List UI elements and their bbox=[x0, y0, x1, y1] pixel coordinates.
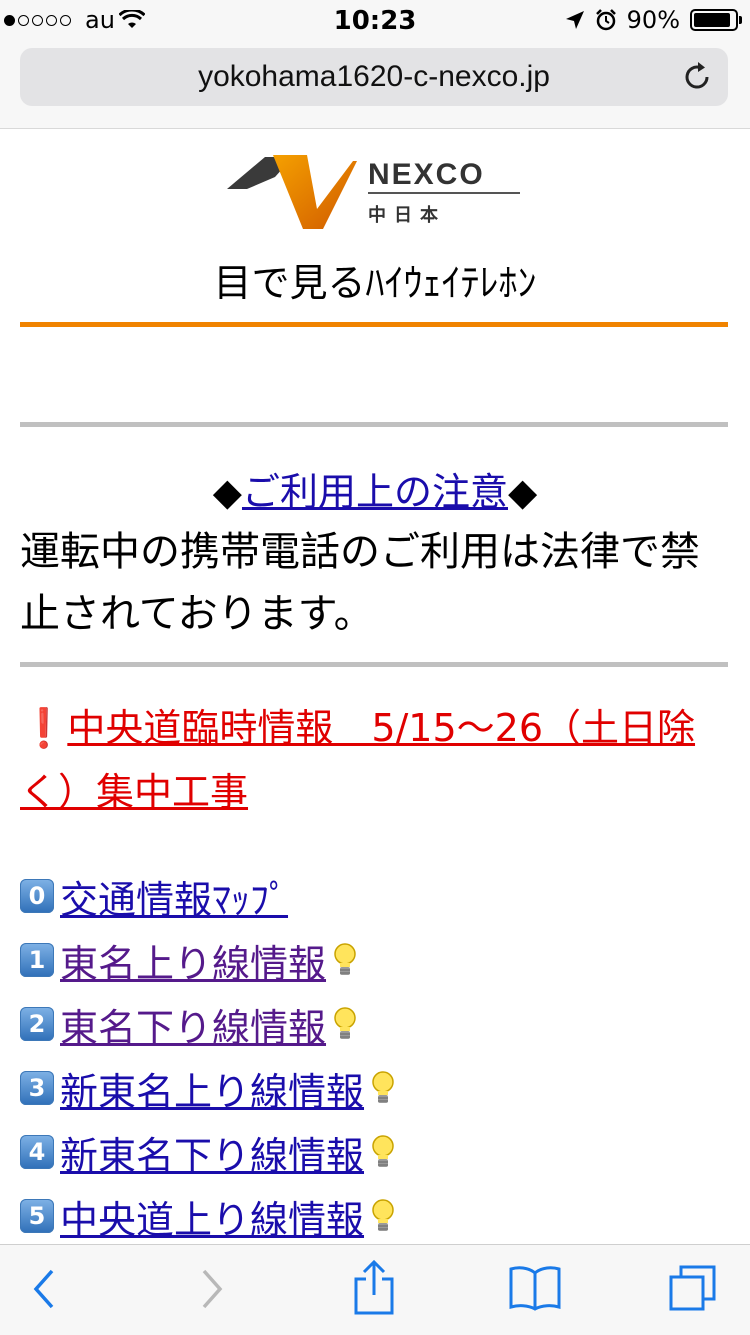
bookmarks-icon[interactable] bbox=[508, 1265, 562, 1311]
browser-toolbar bbox=[0, 1244, 750, 1335]
url-text[interactable]: yokohama1620-c-nexco.jp bbox=[20, 60, 728, 94]
location-arrow-icon bbox=[565, 11, 584, 29]
exclamation-icon: ❗ bbox=[20, 706, 68, 750]
orange-divider bbox=[20, 322, 728, 327]
number-keycap-icon: 1 bbox=[20, 943, 54, 977]
number-keycap-icon: 4 bbox=[20, 1135, 54, 1169]
light-bulb-icon bbox=[372, 1071, 394, 1103]
number-keycap-icon: 0 bbox=[20, 879, 54, 913]
reload-icon[interactable] bbox=[680, 60, 714, 94]
notice-heading: ◆ご利用上の注意◆ bbox=[0, 461, 750, 516]
logo-region-text: 中日本 bbox=[368, 204, 446, 226]
nexco-logo: NEXCO 中日本 bbox=[227, 155, 520, 229]
link-row: 5 中央道上り線情報 bbox=[20, 1184, 735, 1248]
usage-notice-link[interactable]: ご利用上の注意 bbox=[242, 470, 508, 514]
tabs-icon[interactable] bbox=[668, 1263, 718, 1313]
route-link[interactable]: 東名下り線情報 bbox=[60, 997, 326, 1052]
light-bulb-icon bbox=[372, 1199, 394, 1231]
alarm-clock-icon bbox=[595, 9, 616, 31]
light-bulb-icon bbox=[334, 1007, 356, 1039]
diamond-icon: ◆ bbox=[508, 470, 538, 514]
link-row: 1 東名上り線情報 bbox=[20, 928, 735, 992]
light-bulb-icon bbox=[334, 943, 356, 975]
browser-address-area: yokohama1620-c-nexco.jp bbox=[0, 40, 750, 129]
alert-link[interactable]: 中央道臨時情報 5/15〜26（土日除く）集中工事 bbox=[20, 706, 695, 814]
alert-notice: ❗中央道臨時情報 5/15〜26（土日除く）集中工事 bbox=[20, 696, 735, 824]
route-link[interactable]: 新東名下り線情報 bbox=[60, 1125, 364, 1180]
battery-percent: 90% bbox=[626, 6, 680, 34]
route-link[interactable]: 東名上り線情報 bbox=[60, 933, 326, 988]
link-row: 2 東名下り線情報 bbox=[20, 992, 735, 1056]
diamond-icon: ◆ bbox=[212, 470, 242, 514]
status-bar: au 10:23 90% bbox=[0, 0, 750, 40]
number-keycap-icon: 5 bbox=[20, 1199, 54, 1233]
route-link[interactable]: 中央道上り線情報 bbox=[60, 1189, 364, 1244]
divider bbox=[20, 422, 728, 427]
number-keycap-icon: 2 bbox=[20, 1007, 54, 1041]
address-bar[interactable]: yokohama1620-c-nexco.jp bbox=[20, 48, 728, 106]
battery-icon bbox=[690, 9, 742, 31]
divider bbox=[20, 662, 728, 667]
forward-icon[interactable] bbox=[200, 1267, 224, 1311]
light-bulb-icon bbox=[372, 1135, 394, 1167]
notice-text: 運転中の携帯電話のご利用は法律で禁止されております。 bbox=[20, 529, 700, 637]
route-link[interactable]: 新東名上り線情報 bbox=[60, 1061, 364, 1116]
share-icon[interactable] bbox=[352, 1259, 396, 1315]
back-icon[interactable] bbox=[32, 1267, 56, 1311]
link-row: 0 交通情報ﾏｯﾌﾟ bbox=[20, 864, 735, 928]
route-link[interactable]: 交通情報ﾏｯﾌﾟ bbox=[60, 869, 288, 924]
logo-brand-text: NEXCO bbox=[368, 158, 485, 191]
route-link-list: 0 交通情報ﾏｯﾌﾟ 1 東名上り線情報 2 東名下り線情報 3 新東名上り線情報 4 新東名下り… bbox=[20, 864, 735, 1248]
page-title: 目で見るﾊｲｳｪｲﾃﾚﾎﾝ bbox=[213, 261, 537, 305]
link-row: 3 新東名上り線情報 bbox=[20, 1056, 735, 1120]
link-row: 4 新東名下り線情報 bbox=[20, 1120, 735, 1184]
number-keycap-icon: 3 bbox=[20, 1071, 54, 1105]
